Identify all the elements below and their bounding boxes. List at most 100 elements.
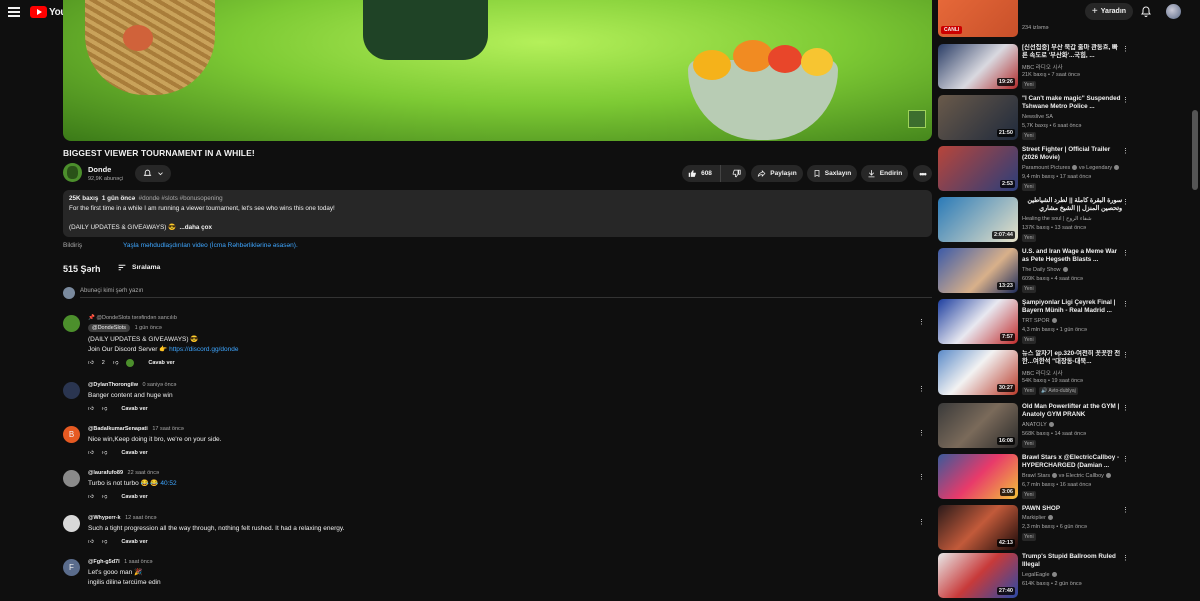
share-button[interactable]: Paylaşın — [751, 165, 803, 182]
video-thumbnail[interactable]: 2:07:44 — [938, 197, 1018, 242]
more-vertical-icon[interactable]: ⋮ — [1122, 455, 1129, 463]
channel-name[interactable]: The Daily Show — [1022, 267, 1068, 273]
video-title[interactable]: Brawl Stars x @ElectricCallboy - HYPERCH… — [1022, 454, 1122, 471]
channel-name[interactable]: LegalEagle — [1022, 572, 1057, 578]
dislike-comment-button[interactable]: 👎︎ — [102, 494, 108, 500]
related-video[interactable]: 30:27 뉴스 알차기 ep.320-여전히 꼿꼿한 전한...여한석 "대장… — [938, 350, 1138, 398]
more-vertical-icon[interactable]: ⋮ — [1122, 351, 1129, 359]
more-vertical-icon[interactable]: ⋮ — [1122, 554, 1129, 562]
comment-time[interactable]: 0 saniyə öncə — [143, 382, 177, 388]
comment-author[interactable]: @Whyperr-k — [88, 515, 121, 521]
related-video[interactable]: CANLI 234 izləmə — [938, 0, 1138, 40]
like-comment-button[interactable]: 👍︎ — [88, 360, 94, 366]
save-button[interactable]: Saxlayın — [807, 165, 857, 182]
menu-icon[interactable] — [8, 6, 20, 18]
video-title[interactable]: Trump's Stupid Ballroom Ruled Illegal — [1022, 553, 1122, 570]
scrollbar-thumb[interactable] — [1192, 110, 1198, 190]
related-video[interactable]: 27:40 Trump's Stupid Ballroom Ruled Ille… — [938, 553, 1138, 601]
channel-name[interactable]: ANATOLY — [1022, 422, 1054, 428]
comment-avatar[interactable] — [63, 470, 80, 487]
video-thumbnail[interactable]: 3:06 — [938, 454, 1018, 499]
related-video[interactable]: 16:08 Old Man Powerlifter at the GYM | A… — [938, 403, 1138, 451]
channel-watermark[interactable] — [908, 110, 926, 128]
reply-button[interactable]: Cavab ver — [121, 494, 147, 500]
comment-author[interactable]: @laurafufo89 — [88, 470, 123, 476]
channel-name[interactable]: MBC 라디오 시사 — [1022, 369, 1063, 377]
more-vertical-icon[interactable]: ⋮ — [1122, 96, 1129, 104]
more-vertical-icon[interactable]: ⋮ — [918, 385, 925, 393]
channel-name[interactable]: Newslive SA — [1022, 114, 1053, 120]
like-comment-button[interactable]: 👍︎ — [88, 539, 94, 545]
more-vertical-icon[interactable]: ⋮ — [1122, 506, 1129, 514]
video-thumbnail[interactable]: 16:08 — [938, 403, 1018, 448]
comment-author[interactable]: @DondeSlots — [88, 324, 131, 332]
page-scrollbar[interactable] — [1190, 0, 1200, 593]
channel-avatar[interactable] — [63, 163, 82, 182]
more-vertical-icon[interactable]: ⋮ — [1122, 404, 1129, 412]
discord-link[interactable]: https://discord.gg/donde — [169, 346, 238, 353]
more-vertical-icon[interactable]: ⋮ — [1122, 45, 1129, 53]
video-thumbnail[interactable]: 2:53 — [938, 146, 1018, 191]
reply-button[interactable]: Cavab ver — [148, 360, 174, 366]
dislike-comment-button[interactable]: 👎︎ — [113, 360, 119, 366]
more-vertical-icon[interactable]: ⋮ — [918, 318, 925, 326]
more-vertical-icon[interactable]: ⋮ — [918, 473, 925, 481]
channel-name[interactable]: MBC 라디오 시사 — [1022, 63, 1063, 71]
comment-avatar[interactable]: B — [63, 426, 80, 443]
more-vertical-icon[interactable]: ⋮ — [1122, 249, 1129, 257]
more-vertical-icon[interactable]: ⋮ — [1122, 300, 1129, 308]
video-thumbnail[interactable]: 30:27 — [938, 350, 1018, 395]
comment-avatar[interactable] — [63, 315, 80, 332]
like-comment-button[interactable]: 👍︎ — [88, 450, 94, 456]
like-comment-button[interactable]: 👍︎ — [88, 406, 94, 412]
channel-name[interactable]: Paramount Pictures və Legendary — [1022, 165, 1120, 171]
related-video[interactable]: 21:50 "I Can't make magic" Suspended Tsh… — [938, 95, 1138, 143]
channel-name[interactable]: Brawl Stars və Electric Callboy — [1022, 473, 1111, 479]
like-comment-button[interactable]: 👍︎ — [88, 494, 94, 500]
channel-name[interactable]: Markiplier — [1022, 515, 1053, 521]
comment-time[interactable]: 1 saat öncə — [124, 559, 152, 565]
video-title[interactable]: U.S. and Iran Wage a Meme War as Pete He… — [1022, 248, 1122, 265]
comment-avatar[interactable] — [63, 382, 80, 399]
video-title[interactable]: [신선집중] 부산 북갑 출마 관둥흐, 빠른 속도로 '부산화'...국힘, … — [1022, 44, 1122, 61]
video-title[interactable]: "I Can't make magic" Suspended Tshwane M… — [1022, 95, 1122, 112]
related-video[interactable]: 3:06 Brawl Stars x @ElectricCallboy - HY… — [938, 454, 1138, 502]
dislike-button[interactable] — [725, 169, 748, 178]
translate-link[interactable]: ingilis dilinə tərcümə edin — [88, 578, 888, 588]
related-video[interactable]: 7:57 Şampiyonlar Ligi Çeyrek Final | Bay… — [938, 299, 1138, 347]
comment-author[interactable]: @BadalkumarSenapati — [88, 426, 148, 432]
related-video[interactable]: 2:07:44 سورة البقرة كاملة || لطرد الشياط… — [938, 197, 1138, 245]
show-more-link[interactable]: ...daha çox — [179, 224, 212, 231]
video-title[interactable]: Street Fighter | Official Trailer (2026 … — [1022, 146, 1122, 163]
channel-name[interactable]: Healing the soul | شفاء الروح — [1022, 216, 1092, 222]
notifications-button[interactable] — [1140, 5, 1152, 20]
comment-time[interactable]: 1 gün öncə — [135, 325, 162, 331]
subscribed-button[interactable] — [135, 165, 171, 182]
video-thumbnail[interactable]: 21:50 — [938, 95, 1018, 140]
comment-avatar[interactable]: F — [63, 559, 80, 576]
related-video[interactable]: 13:23 U.S. and Iran Wage a Meme War as P… — [938, 248, 1138, 296]
reply-button[interactable]: Cavab ver — [121, 539, 147, 545]
dislike-comment-button[interactable]: 👎︎ — [102, 450, 108, 456]
more-vertical-icon[interactable]: ⋮ — [918, 429, 925, 437]
comment-time[interactable]: 22 saat öncə — [128, 470, 160, 476]
video-thumbnail[interactable]: 13:23 — [938, 248, 1018, 293]
more-vertical-icon[interactable]: ⋮ — [1122, 198, 1129, 206]
video-title[interactable]: سورة البقرة كاملة || لطرد الشياطين وتحصي… — [1022, 197, 1122, 214]
age-restriction-notice[interactable]: Yaşla məhdudlaşdırılan video (İcma Rəhbə… — [123, 242, 298, 249]
account-avatar[interactable] — [1166, 4, 1181, 19]
video-title[interactable]: PAWN SHOP — [1022, 505, 1122, 513]
video-thumbnail[interactable]: 7:57 — [938, 299, 1018, 344]
related-video[interactable]: 19:26 [신선집중] 부산 북갑 출마 관둥흐, 빠른 속도로 '부산화'.… — [938, 44, 1138, 92]
video-title[interactable]: Şampiyonlar Ligi Çeyrek Final | Bayern M… — [1022, 299, 1122, 316]
video-title[interactable]: 뉴스 알차기 ep.320-여전히 꼿꼿한 전한...여한석 "대장동-대북..… — [1022, 350, 1122, 367]
download-button[interactable]: Endirin — [861, 165, 908, 182]
dislike-comment-button[interactable]: 👎︎ — [102, 406, 108, 412]
comment-time[interactable]: 17 saat öncə — [152, 426, 184, 432]
channel-name[interactable]: TRT SPOR — [1022, 318, 1057, 324]
related-video[interactable]: 2:53 Street Fighter | Official Trailer (… — [938, 146, 1138, 194]
more-vertical-icon[interactable]: ⋮ — [918, 518, 925, 526]
like-button[interactable]: 608 — [680, 165, 721, 182]
video-player[interactable] — [63, 0, 932, 141]
timestamp-link[interactable]: 40:52 — [160, 480, 176, 487]
